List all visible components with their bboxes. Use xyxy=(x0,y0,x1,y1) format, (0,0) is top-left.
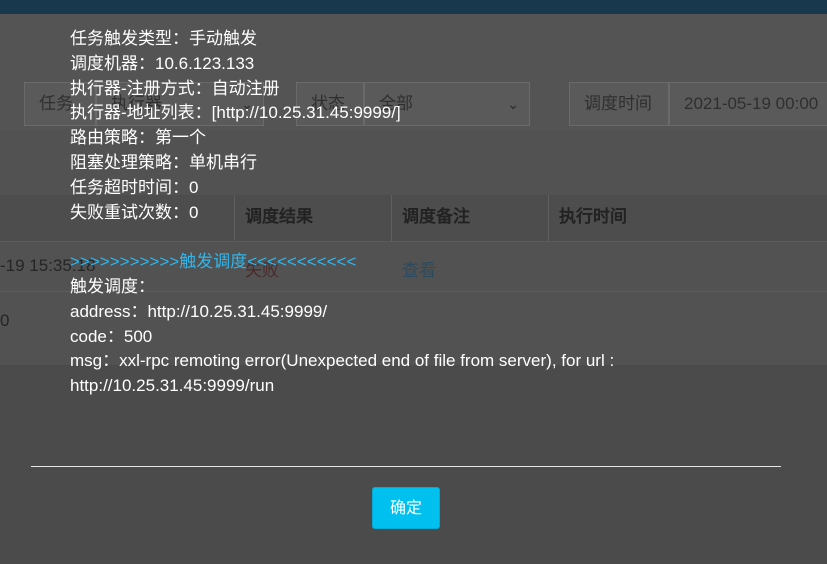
confirm-button[interactable]: 确定 xyxy=(372,487,440,529)
trigger-line: code：500 xyxy=(70,326,153,346)
top-navbar xyxy=(0,0,827,14)
detail-line: 执行器-地址列表：[http://10.25.31.45:9999/] xyxy=(70,103,401,123)
detail-line: 执行器-注册方式：自动注册 xyxy=(70,78,280,98)
row2-fragment: 0 xyxy=(0,311,10,330)
schedule-log-detail: 任务触发类型：手动触发 调度机器：10.6.123.133 执行器-注册方式：自… xyxy=(70,27,810,399)
detail-line: 阻塞处理策略：单机串行 xyxy=(70,152,257,172)
detail-line: 失败重试次数：0 xyxy=(70,202,199,222)
modal-footer-divider xyxy=(31,466,781,467)
trigger-separator: >>>>>>>>>>>触发调度<<<<<<<<<<< xyxy=(70,252,357,272)
detail-line: 任务触发类型：手动触发 xyxy=(70,29,257,48)
detail-line: 任务超时时间：0 xyxy=(70,177,199,197)
trigger-error-message: msg：xxl-rpc remoting error(Unexpected en… xyxy=(70,351,615,396)
trigger-line: address：http://10.25.31.45:9999/ xyxy=(70,301,328,321)
detail-line: 路由策略：第一个 xyxy=(70,128,206,148)
detail-line: 调度机器：10.6.123.133 xyxy=(70,53,255,73)
trigger-line: 触发调度： xyxy=(70,276,155,296)
